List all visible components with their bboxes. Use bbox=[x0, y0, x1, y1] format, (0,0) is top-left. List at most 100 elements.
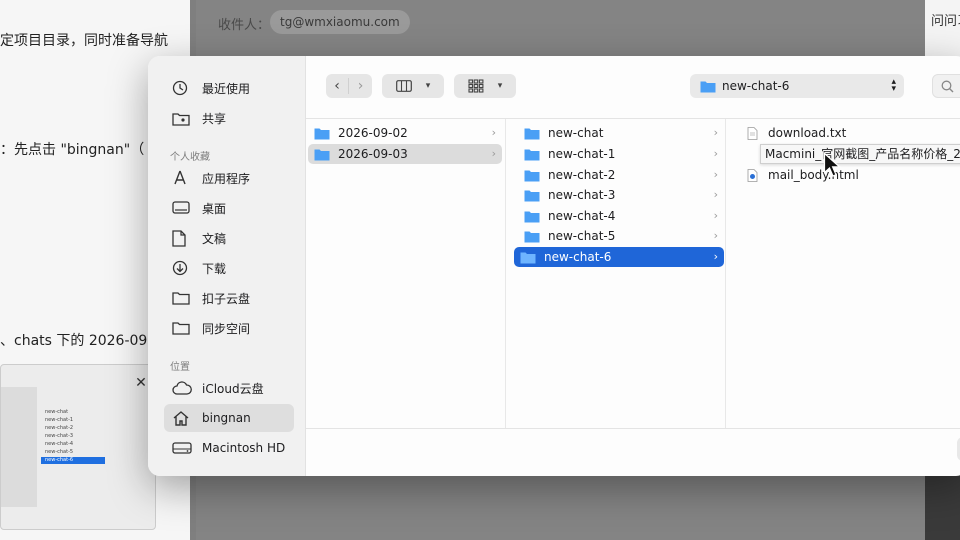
applications-icon bbox=[172, 168, 196, 188]
sidebar-item-label: iCloud云盘 bbox=[202, 381, 264, 396]
chevron-right-icon: › bbox=[713, 209, 718, 222]
forward-icon[interactable]: › bbox=[349, 78, 372, 94]
sidebar-item-macintosh-hd[interactable]: Macintosh HD bbox=[164, 434, 294, 462]
chevron-down-icon: ▾ bbox=[497, 81, 503, 91]
folder-icon bbox=[524, 128, 540, 139]
folder-icon bbox=[524, 231, 540, 242]
chevron-right-icon: › bbox=[491, 126, 496, 139]
mouse-cursor-icon bbox=[823, 152, 841, 177]
chevron-right-icon: › bbox=[713, 250, 718, 263]
path-label: new-chat-6 bbox=[722, 79, 790, 93]
folder-icon bbox=[524, 149, 540, 160]
list-item[interactable]: 2026-09-03 › bbox=[308, 144, 502, 164]
list-item[interactable]: new-chat › bbox=[518, 123, 724, 143]
list-item[interactable]: 2026-09-02 › bbox=[308, 123, 502, 143]
section-locations: 位置 bbox=[170, 362, 190, 373]
sidebar-item-label: 扣子云盘 bbox=[202, 291, 251, 306]
sidebar-item-recents[interactable]: 最近使用 bbox=[164, 74, 294, 102]
shared-folder-icon bbox=[172, 108, 196, 128]
folder-icon bbox=[524, 211, 540, 222]
grid-icon bbox=[468, 79, 484, 93]
filename-tooltip[interactable]: Macmini_官网截图_产品名称价格_2 bbox=[760, 144, 960, 164]
folder-icon bbox=[314, 128, 330, 139]
doc-line-2: ：先点击 "bingnan"（ bbox=[0, 142, 145, 158]
sidebar-item-sync-space[interactable]: 同步空间 bbox=[164, 314, 294, 342]
cloud-icon bbox=[172, 378, 196, 398]
sidebar-item-documents[interactable]: 文稿 bbox=[164, 224, 294, 252]
sidebar-item-kouzi-cloud[interactable]: 扣子云盘 bbox=[164, 284, 294, 312]
screenshot-thumbnail: new-chat new-chat-1 new-chat-2 new-chat-… bbox=[0, 364, 156, 530]
chevron-right-icon: › bbox=[713, 168, 718, 181]
recipient-chip[interactable]: tg@wmxiaomu.com bbox=[270, 10, 410, 34]
hard-drive-icon bbox=[172, 438, 196, 458]
chevron-right-icon: › bbox=[713, 126, 718, 139]
chevron-right-icon: › bbox=[713, 229, 718, 242]
view-column-button[interactable]: ▾ bbox=[382, 74, 444, 98]
column-browser: 2026-09-02 › 2026-09-03 › new-chat › new-ch… bbox=[306, 118, 960, 429]
clock-icon bbox=[172, 78, 196, 98]
sidebar-item-label: 文稿 bbox=[202, 231, 227, 246]
sidebar-item-desktop[interactable]: 桌面 bbox=[164, 194, 294, 222]
search-icon bbox=[941, 80, 954, 92]
sidebar-item-label: 最近使用 bbox=[202, 81, 251, 96]
sidebar-item-label: 下载 bbox=[202, 261, 227, 276]
toolbar: ‹ › ▾ ▾ new-chat-6 ▴▾ 搜索 bbox=[306, 56, 960, 118]
list-item-selected[interactable]: new-chat-6 › bbox=[514, 247, 724, 267]
close-icon[interactable]: ✕ bbox=[133, 375, 149, 391]
sidebar-item-label: 桌面 bbox=[202, 201, 227, 216]
folder-icon bbox=[520, 252, 536, 263]
chevron-down-icon: ▾ bbox=[425, 81, 431, 91]
chevron-right-icon: › bbox=[491, 147, 496, 160]
column-view-icon bbox=[395, 80, 412, 92]
sidebar-item-label: 同步空间 bbox=[202, 321, 251, 336]
group-button[interactable]: ▾ bbox=[454, 74, 516, 98]
open-file-dialog: 最近使用 共享 个人收藏 应用程序 桌面 文稿 下载 扣子云盘 同步空间 位置 … bbox=[148, 56, 960, 476]
search-field[interactable]: 搜索 bbox=[932, 74, 960, 98]
home-icon bbox=[172, 408, 196, 428]
html-file-icon bbox=[747, 168, 758, 182]
sidebar-item-bingnan[interactable]: bingnan bbox=[164, 404, 294, 432]
desktop-icon bbox=[172, 198, 196, 218]
folder-icon bbox=[524, 190, 540, 201]
list-item[interactable]: new-chat-2 › bbox=[518, 165, 724, 185]
list-item[interactable]: new-chat-1 › bbox=[518, 144, 724, 164]
column-3: download.txt mail_body.html bbox=[726, 119, 960, 429]
chevron-right-icon: › bbox=[713, 188, 718, 201]
folder-icon bbox=[172, 288, 196, 308]
nav-buttons: ‹ › bbox=[326, 74, 372, 98]
doc-line-3: 、chats 下的 2026-09- bbox=[0, 333, 153, 349]
doc-line-1: 定项目目录，同时准备导航 bbox=[0, 33, 168, 49]
download-icon bbox=[172, 258, 196, 278]
section-favorites: 个人收藏 bbox=[170, 152, 210, 163]
column-2: new-chat › new-chat-1 › new-chat-2 › new-ch… bbox=[506, 119, 726, 429]
folder-icon bbox=[314, 149, 330, 160]
photo-thumbnail bbox=[925, 470, 960, 540]
sidebar-item-label: Macintosh HD bbox=[202, 441, 286, 455]
back-icon[interactable]: ‹ bbox=[326, 78, 349, 94]
list-item[interactable]: mail_body.html bbox=[738, 165, 958, 185]
sidebar-item-downloads[interactable]: 下载 bbox=[164, 254, 294, 282]
sidebar-item-label: 应用程序 bbox=[202, 171, 251, 186]
sidebar-item-applications[interactable]: 应用程序 bbox=[164, 164, 294, 192]
chevron-right-icon: › bbox=[713, 147, 718, 160]
sidebar: 最近使用 共享 个人收藏 应用程序 桌面 文稿 下载 扣子云盘 同步空间 位置 … bbox=[148, 56, 306, 476]
right-panel-text: 问问习 bbox=[931, 14, 960, 29]
path-popup[interactable]: new-chat-6 ▴ ▾ bbox=[690, 74, 904, 98]
sidebar-item-icloud[interactable]: iCloud云盘 bbox=[164, 374, 294, 402]
document-icon bbox=[172, 228, 196, 248]
recipient-label: 收件人： bbox=[218, 18, 271, 33]
sidebar-item-label: 共享 bbox=[202, 111, 227, 126]
dialog-footer: 取消 打开 bbox=[306, 428, 960, 476]
folder-icon bbox=[524, 170, 540, 181]
folder-icon bbox=[172, 318, 196, 338]
sidebar-item-label: bingnan bbox=[202, 411, 251, 425]
folder-icon bbox=[700, 81, 716, 92]
text-file-icon bbox=[747, 126, 758, 140]
column-1: 2026-09-02 › 2026-09-03 › bbox=[306, 119, 506, 429]
list-item[interactable]: new-chat-5 › bbox=[518, 226, 724, 246]
list-item[interactable]: new-chat-4 › bbox=[518, 206, 724, 226]
list-item[interactable]: new-chat-3 › bbox=[518, 185, 724, 205]
list-item[interactable]: download.txt bbox=[738, 123, 958, 143]
updown-chevron-icon: ▴ ▾ bbox=[891, 77, 896, 94]
sidebar-item-shared[interactable]: 共享 bbox=[164, 104, 294, 132]
